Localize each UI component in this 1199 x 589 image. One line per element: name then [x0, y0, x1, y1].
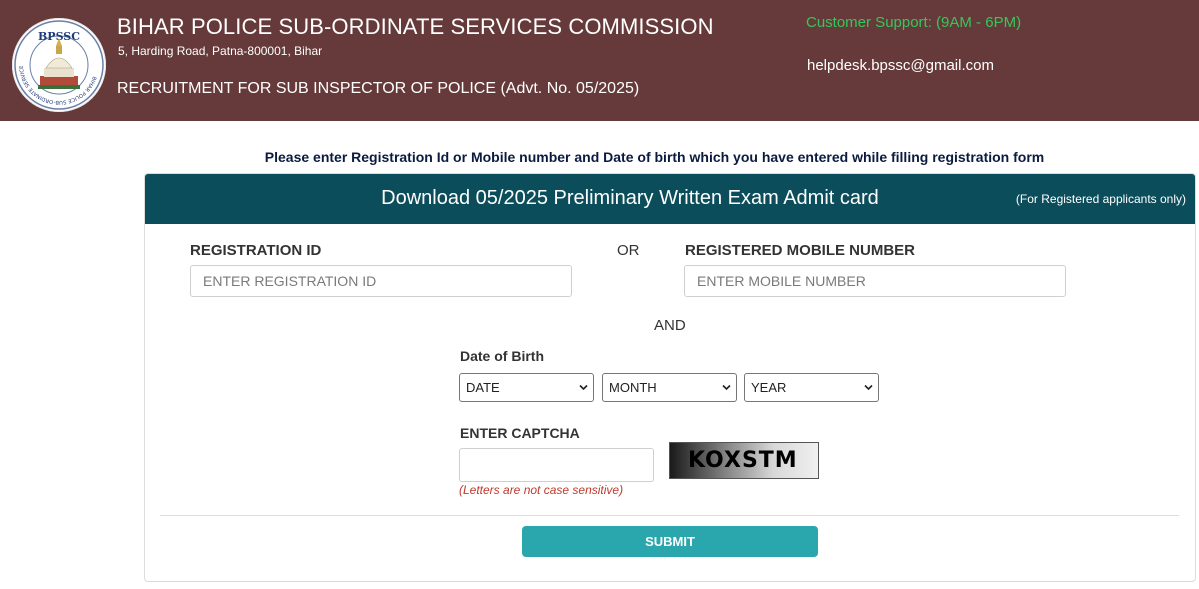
and-text: AND — [654, 317, 686, 334]
helpdesk-email: helpdesk.bpssc@gmail.com — [807, 57, 994, 74]
captcha-label: ENTER CAPTCHA — [460, 425, 580, 441]
form-divider — [160, 515, 1179, 516]
header-recruitment: RECRUITMENT FOR SUB INSPECTOR OF POLICE … — [117, 80, 640, 97]
header-address: 5, Harding Road, Patna-800001, Bihar — [118, 44, 323, 58]
mobile-number-input[interactable] — [684, 265, 1066, 297]
chevron-down-icon — [864, 384, 873, 391]
date-select-value: DATE — [466, 380, 500, 395]
or-text: OR — [617, 242, 640, 259]
chevron-down-icon — [579, 384, 588, 391]
card-note: (For Registered applicants only) — [1015, 192, 1186, 206]
header-title: BIHAR POLICE SUB-ORDINATE SERVICES COMMI… — [117, 14, 714, 39]
bpssc-logo: BIHAR POLICE SUB-ORDINATE SERVICES COMMI… — [12, 18, 106, 112]
year-select[interactable]: YEAR — [744, 373, 879, 402]
date-select[interactable]: DATE — [459, 373, 594, 402]
captcha-input[interactable] — [459, 448, 654, 482]
year-select-value: YEAR — [751, 380, 787, 395]
mobile-number-label: REGISTERED MOBILE NUMBER — [685, 242, 916, 259]
captcha-hint: (Letters are not case sensitive) — [459, 483, 624, 497]
submit-button[interactable]: SUBMIT — [522, 526, 818, 557]
month-select-value: MONTH — [609, 380, 657, 395]
instruction-text: Please enter Registration Id or Mobile n… — [264, 149, 1045, 165]
site-header: BIHAR POLICE SUB-ORDINATE SERVICES COMMI… — [0, 0, 1199, 121]
emblem-icon: BIHAR POLICE SUB-ORDINATE SERVICES COMMI… — [12, 18, 104, 110]
card-header: Download 05/2025 Preliminary Written Exa… — [145, 174, 1195, 224]
customer-support-text: Customer Support: (9AM - 6PM) — [806, 14, 1022, 31]
chevron-down-icon — [722, 384, 731, 391]
registration-id-label: REGISTRATION ID — [190, 242, 322, 259]
registration-id-input[interactable] — [190, 265, 572, 297]
month-select[interactable]: MONTH — [602, 373, 737, 402]
captcha-image: KOXSTM — [669, 442, 819, 479]
captcha-text: KOXSTM — [688, 448, 798, 473]
admit-card-form: Download 05/2025 Preliminary Written Exa… — [144, 173, 1196, 582]
card-title: Download 05/2025 Preliminary Written Exa… — [381, 187, 879, 209]
dob-label: Date of Birth — [460, 348, 544, 364]
